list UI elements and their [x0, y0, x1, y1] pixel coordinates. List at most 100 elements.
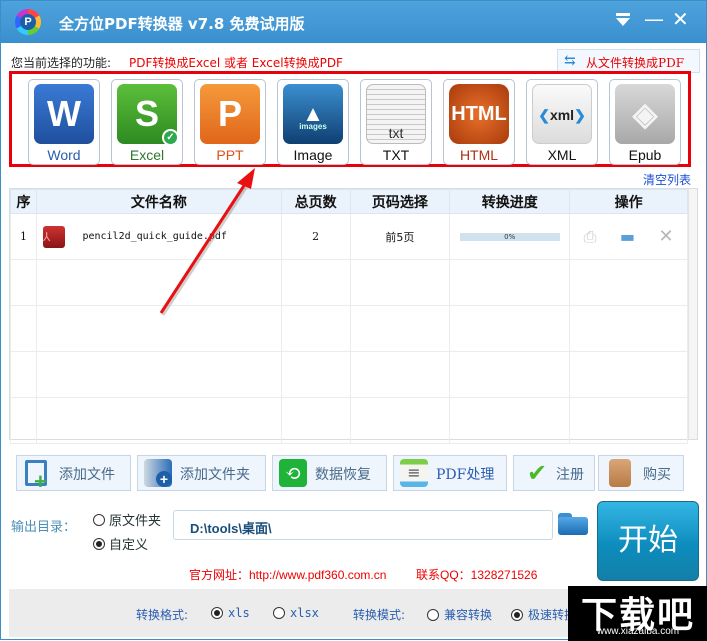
- swap-arrows-icon: ⇆: [564, 53, 576, 69]
- format-ppt-label: PPT: [216, 147, 244, 163]
- pdf-file-icon: ⅄: [42, 225, 65, 248]
- ppt-icon: P: [200, 84, 260, 144]
- open-folder-icon[interactable]: ▬: [620, 227, 635, 246]
- start-button[interactable]: 开始: [597, 501, 699, 581]
- table-row-empty: [10, 305, 688, 352]
- checkmark-icon: ✔: [526, 459, 548, 487]
- output-custom-radio[interactable]: 自定义: [93, 534, 148, 553]
- close-button[interactable]: ✕: [672, 7, 689, 31]
- image-icon-caption: images: [299, 122, 327, 131]
- menu-button[interactable]: [614, 11, 632, 29]
- word-icon: W: [34, 84, 94, 144]
- register-button[interactable]: ✔ 注册: [513, 455, 595, 491]
- header-progress: 转换进度: [449, 189, 571, 214]
- row-file-name-cell: ⅄ pencil2d_quick_guide.pdf: [35, 213, 282, 260]
- watermark-url: www.xiazaiba.com: [596, 626, 680, 637]
- buy-label: 购买: [643, 467, 671, 483]
- buy-button[interactable]: 购买: [598, 455, 684, 491]
- row-actions: ⎙ ▬ ✕: [569, 213, 688, 260]
- official-site-text: 官方网址：http://www.pdf360.com.cn: [189, 568, 387, 582]
- row-progress-cell: 0%: [449, 213, 571, 260]
- print-icon[interactable]: ⎙: [584, 227, 597, 247]
- format-ppt-button[interactable]: P PPT: [194, 79, 266, 165]
- output-original-folder-label: 原文件夹: [109, 514, 162, 529]
- row-page-selection[interactable]: 前5页: [349, 213, 451, 260]
- data-recovery-button[interactable]: ⟲ 数据恢复: [272, 455, 387, 491]
- row-file-name: pencil2d_quick_guide.pdf: [82, 231, 227, 242]
- shopping-bag-icon: [609, 459, 631, 487]
- add-file-button[interactable]: + 添加文件: [16, 455, 131, 494]
- format-image-button[interactable]: ▲ images Image: [277, 79, 349, 165]
- table-row-empty: [10, 397, 688, 444]
- current-function: PDF转换成Excel 或者 Excel转换成PDF: [129, 56, 343, 70]
- html-icon: HTML: [449, 84, 509, 144]
- add-file-label: 添加文件: [59, 467, 115, 483]
- format-word-button[interactable]: W Word: [28, 79, 100, 165]
- format-option-label: 转换格式:: [136, 608, 189, 622]
- image-icon: ▲ images: [283, 84, 343, 144]
- format-txt-label: TXT: [382, 147, 410, 163]
- window-title: 全方位PDF转换器 v7.8 免费试用版: [59, 15, 305, 33]
- radio-checked-icon: [93, 538, 105, 550]
- format-xls-label: xls: [228, 606, 250, 620]
- radio-unchecked-icon: [427, 609, 439, 621]
- app-logo-icon: [15, 9, 41, 35]
- file-table: 序 文件名称 总页数 页码选择 转换进度 操作 1 ⅄ pencil2d_qui…: [9, 188, 698, 444]
- add-file-icon: +: [25, 460, 47, 494]
- dropdown-triangle-icon: [616, 18, 630, 26]
- excel-icon: S ✓: [117, 84, 179, 146]
- output-path-input[interactable]: D:\tools\桌面\: [173, 510, 553, 540]
- add-folder-icon: +: [144, 459, 172, 487]
- radio-unchecked-icon: [93, 514, 105, 526]
- folder-icon: [558, 517, 588, 535]
- format-image-label: Image: [293, 147, 333, 163]
- format-txt-button[interactable]: txt TXT: [360, 79, 432, 165]
- title-bar: 全方位PDF转换器 v7.8 免费试用版 — ✕: [1, 1, 706, 43]
- format-xlsx-radio[interactable]: xlsx: [273, 606, 319, 620]
- format-xls-radio[interactable]: xls: [211, 606, 250, 620]
- browse-folder-button[interactable]: [558, 513, 588, 537]
- mode-option-label: 转换模式:: [353, 608, 406, 622]
- mode-compat-label: 兼容转换: [444, 608, 493, 622]
- table-row-empty: [10, 351, 688, 398]
- txt-icon: txt: [366, 84, 426, 144]
- document-list-icon: ≡: [400, 459, 428, 487]
- pdf-process-label: PDF处理: [436, 467, 495, 483]
- format-xml-label: XML: [547, 147, 577, 163]
- format-epub-button[interactable]: ◈ Epub: [609, 79, 681, 165]
- mode-fast-radio[interactable]: 极速转换: [511, 606, 576, 623]
- xml-icon: ❮xml❯: [532, 84, 592, 144]
- progress-bar: 0%: [459, 232, 560, 241]
- header-file-name: 文件名称: [35, 189, 282, 214]
- clear-list-link[interactable]: 清空列表: [643, 171, 691, 188]
- format-excel-button[interactable]: S ✓ Excel: [111, 79, 183, 165]
- menu-bar-icon: [616, 13, 630, 16]
- selected-check-icon: ✓: [162, 129, 179, 146]
- row-total-pages: 2: [280, 213, 351, 260]
- radio-checked-icon: [511, 609, 523, 621]
- output-directory-label: 输出目录：: [11, 520, 77, 535]
- format-epub-label: Epub: [628, 147, 662, 163]
- delete-row-icon[interactable]: ✕: [659, 226, 674, 247]
- minimize-button[interactable]: —: [644, 7, 664, 31]
- add-folder-button[interactable]: + 添加文件夹: [137, 455, 266, 491]
- from-file-to-pdf-button[interactable]: ⇆ 从文件转换成PDF: [557, 49, 700, 73]
- pdf-process-button[interactable]: ≡ PDF处理: [393, 455, 507, 491]
- format-html-label: HTML: [459, 147, 499, 163]
- progress-text: 0%: [504, 232, 516, 241]
- from-file-to-pdf-label: 从文件转换成PDF: [586, 56, 685, 70]
- table-row[interactable]: 1 ⅄ pencil2d_quick_guide.pdf 2 前5页 0% ⎙ …: [10, 213, 688, 260]
- format-html-button[interactable]: HTML HTML: [443, 79, 515, 165]
- radio-checked-icon: [211, 607, 223, 619]
- table-header-row: 序 文件名称 总页数 页码选择 转换进度 操作: [10, 189, 688, 214]
- mode-compat-radio[interactable]: 兼容转换: [427, 606, 492, 623]
- arrow-head: [237, 168, 255, 189]
- row-index: 1: [10, 213, 37, 260]
- radio-unchecked-icon: [273, 607, 285, 619]
- format-xml-button[interactable]: ❮xml❯ XML: [526, 79, 598, 165]
- table-scrollbar[interactable]: [688, 189, 697, 439]
- recovery-clock-icon: ⟲: [279, 459, 307, 487]
- data-recovery-label: 数据恢复: [315, 467, 371, 483]
- output-original-folder-radio[interactable]: 原文件夹: [93, 510, 161, 529]
- epub-icon: ◈: [615, 84, 675, 144]
